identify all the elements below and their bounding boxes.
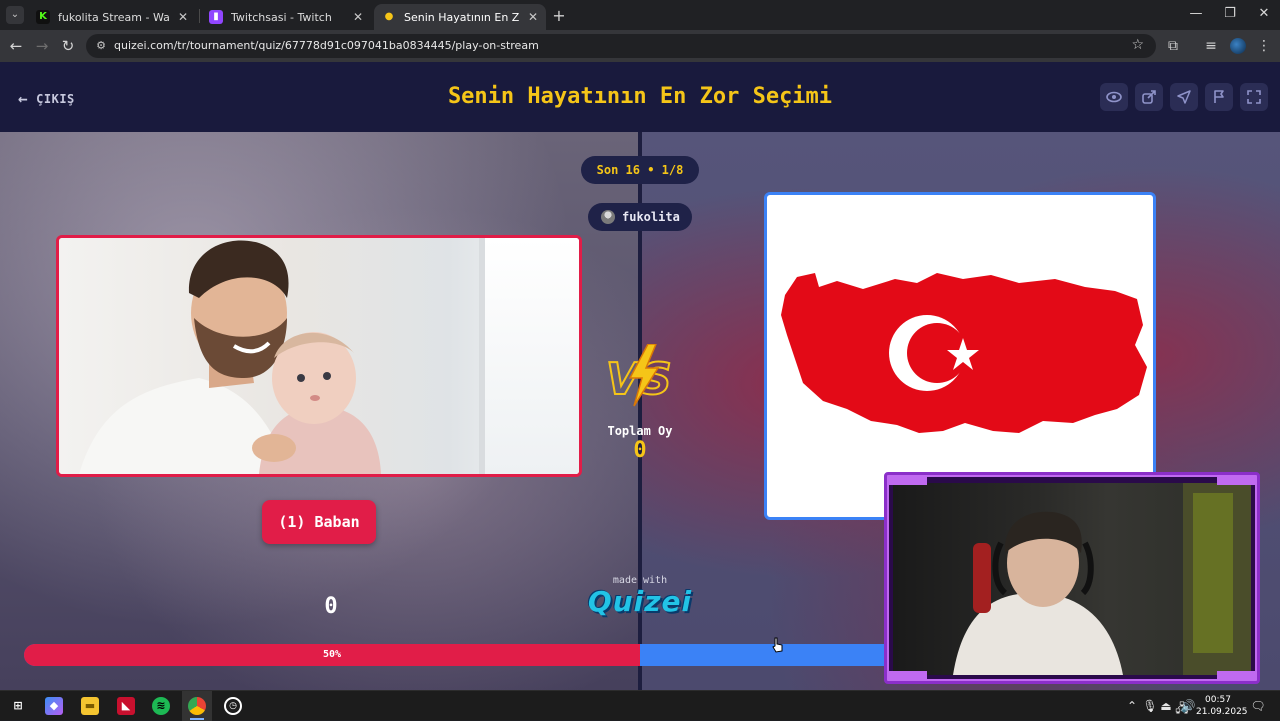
tab-twitch[interactable]: ▮ Twitchsasi - Twitch ✕: [201, 4, 371, 30]
minimize-icon[interactable]: —: [1186, 6, 1206, 21]
vs-lightning-icon: VS: [605, 344, 673, 407]
forward-icon[interactable]: →: [32, 37, 52, 55]
right-choice-card[interactable]: [764, 192, 1156, 520]
tab-kick[interactable]: K fukolita Stream - Watch Live on ✕: [28, 4, 196, 30]
hand-cursor-icon: [772, 637, 783, 653]
microphone-icon[interactable]: 🎙: [1142, 699, 1158, 713]
total-votes-label: Toplam Oy: [607, 424, 673, 438]
eye-icon[interactable]: [1100, 83, 1128, 111]
url-text[interactable]: quizei.com/tr/tournament/quiz/67778d91c0…: [114, 39, 539, 52]
share-icon[interactable]: [1135, 83, 1163, 111]
webcam-overlay: [884, 472, 1260, 684]
left-choice-card[interactable]: [56, 235, 582, 477]
left-vote-count: 0: [324, 594, 338, 619]
tab-search-button[interactable]: ⌄: [6, 6, 24, 24]
send-icon[interactable]: [1170, 83, 1198, 111]
kick-icon: K: [36, 10, 50, 24]
spotify-icon[interactable]: ≋: [152, 697, 170, 715]
twitch-icon: ▮: [209, 10, 223, 24]
father-baby-photo: [59, 238, 579, 474]
notification-icon[interactable]: 🗨: [1250, 699, 1266, 713]
restore-icon[interactable]: ❐: [1220, 6, 1240, 21]
chrome-icon[interactable]: [188, 697, 206, 715]
back-icon[interactable]: ←: [6, 37, 26, 55]
tab-title: Twitchsasi - Twitch: [231, 10, 332, 24]
clock-time: 00:57: [1205, 695, 1231, 705]
close-tab-icon[interactable]: ✕: [353, 10, 363, 24]
fullscreen-icon[interactable]: [1240, 83, 1268, 111]
system-clock[interactable]: 00:57 21.09.2025: [1196, 694, 1248, 718]
page-title: Senin Hayatının En Zor Seçimi: [447, 84, 833, 109]
clock-app-icon[interactable]: ◷: [224, 697, 242, 715]
close-tab-icon[interactable]: ✕: [528, 10, 538, 24]
tab-title: fukolita Stream - Watch Live on: [58, 10, 170, 24]
new-tab-button[interactable]: +: [550, 6, 568, 25]
streamer-name: fukolita: [622, 210, 680, 224]
close-tab-icon[interactable]: ✕: [178, 10, 188, 24]
site-info-icon[interactable]: ⚙: [94, 39, 108, 53]
amd-icon[interactable]: ◣: [117, 697, 135, 715]
left-choice-button[interactable]: (1) Baban: [262, 500, 376, 544]
copilot-icon[interactable]: ◆: [45, 697, 63, 715]
browser-tab-strip: ⌄ K fukolita Stream - Watch Live on ✕ ▮ …: [0, 0, 1280, 30]
total-votes-value: 0: [633, 438, 647, 463]
explorer-icon[interactable]: ▬: [81, 697, 99, 715]
webcam-feed: [893, 483, 1251, 675]
reload-icon[interactable]: ↻: [58, 37, 78, 55]
quizei-logo[interactable]: Quizei: [560, 585, 720, 618]
tab-quizei[interactable]: ● Senin Hayatının En Zor Seçimi ✕: [374, 4, 546, 30]
avatar: [601, 210, 615, 224]
close-window-icon[interactable]: ✕: [1254, 6, 1274, 21]
bookmark-star-icon[interactable]: ☆: [1131, 37, 1144, 53]
round-badge: Son 16 • 1/8: [581, 156, 699, 184]
start-icon[interactable]: ⊞: [9, 697, 27, 715]
quizei-icon: ●: [384, 11, 394, 22]
flag-icon[interactable]: [1205, 83, 1233, 111]
address-bar[interactable]: ⚙ quizei.com/tr/tournament/quiz/67778d91…: [86, 34, 1156, 58]
turkey-flag-map: [781, 273, 1147, 433]
media-controls-icon[interactable]: ≡: [1202, 38, 1220, 54]
streamer-badge: fukolita: [588, 203, 692, 231]
menu-icon[interactable]: ⋮: [1255, 38, 1273, 54]
usb-icon[interactable]: ⏏: [1158, 699, 1174, 713]
tab-title: Senin Hayatının En Zor Seçimi: [404, 10, 520, 24]
clock-date: 21.09.2025: [1196, 707, 1248, 717]
extensions-icon[interactable]: ⧉: [1164, 38, 1182, 54]
quiz-header: ← ÇIKIŞ Senin Hayatının En Zor Seçimi: [0, 62, 1280, 132]
windows-taskbar: ⊞ ◆ ▬ ◣ ≋ ◷ ⌃ 🎙 ⏏ 🖧 🔊 00:57 21.09.2025 🗨: [0, 690, 1280, 721]
volume-icon[interactable]: 🔊: [1180, 699, 1196, 713]
profile-avatar[interactable]: [1230, 38, 1246, 54]
chevron-up-icon[interactable]: ⌃: [1124, 699, 1140, 713]
address-toolbar: ← → ↻ ⚙ quizei.com/tr/tournament/quiz/67…: [0, 30, 1280, 62]
left-vote-percent: 50%: [322, 649, 342, 660]
